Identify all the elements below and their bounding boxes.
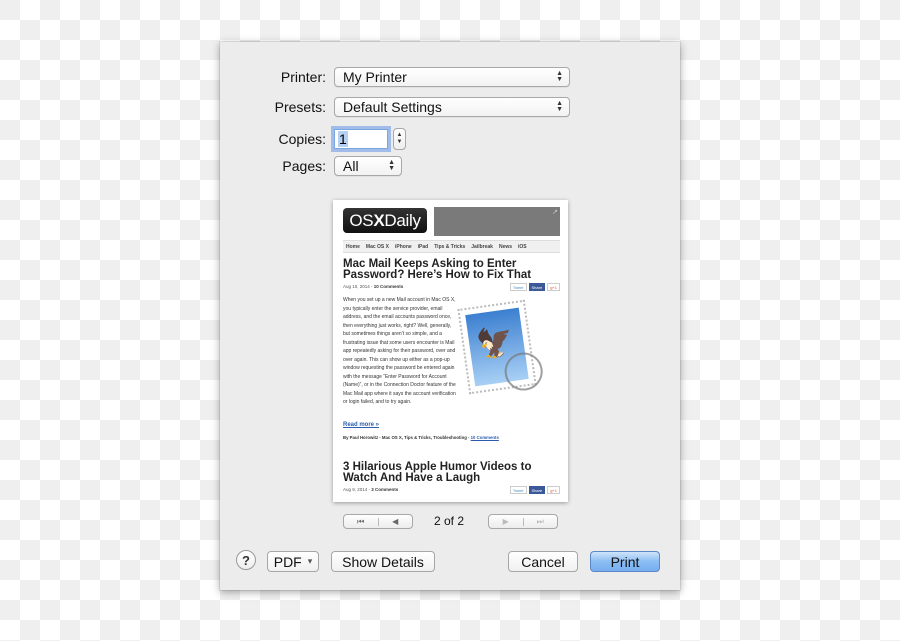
mail-stamp-image: 🦅 xyxy=(457,299,546,395)
share-button: Share xyxy=(528,486,546,494)
chevron-down-icon: ▾ xyxy=(307,556,313,566)
last-page-button[interactable]: ⏭ xyxy=(524,517,558,527)
nav-item: Tips & Tricks xyxy=(434,243,466,250)
updown-arrows-icon: ▲ ▼ xyxy=(388,159,395,172)
show-details-button[interactable]: Show Details xyxy=(331,551,435,572)
pages-select[interactable]: All ▲ ▼ xyxy=(334,156,402,176)
updown-arrows-icon: ▲ ▼ xyxy=(556,70,563,83)
byline-text: By Paul Horowitz - Mac OS X, Tips & Tric… xyxy=(343,435,471,440)
logo-text-daily: Daily xyxy=(384,210,421,230)
pager-back-group: ⏮ ◀ xyxy=(343,514,413,529)
pager-forward-buttons: ▶ ⏭ xyxy=(488,514,558,529)
copies-stepper[interactable]: ▲ ▼ xyxy=(393,128,406,150)
printer-value: My Printer xyxy=(343,69,407,85)
presets-value: Default Settings xyxy=(343,99,442,115)
article2-comments: 3 Comments xyxy=(371,487,399,492)
pager-back-buttons: ⏮ ◀ xyxy=(343,514,413,529)
presets-select[interactable]: Default Settings ▲ ▼ xyxy=(334,97,570,117)
print-dialog: Printer: My Printer ▲ ▼ Presets: Default … xyxy=(220,42,680,590)
copies-value: 1 xyxy=(338,131,348,147)
article-meta: Aug 10, 2014 - 10 Comments xyxy=(343,284,403,289)
nav-item: iPhone xyxy=(394,243,412,250)
nav-item: Jailbreak xyxy=(471,243,493,250)
pdf-label: PDF xyxy=(273,553,302,570)
printer-select[interactable]: My Printer ▲ ▼ xyxy=(334,67,570,87)
nav-item: iOS xyxy=(518,243,527,250)
article-comments: 10 Comments xyxy=(373,284,404,289)
share-button: Share xyxy=(528,283,546,291)
site-nav: Home Mac OS X iPhone iPad Tips & Tricks … xyxy=(343,240,560,253)
presets-label: Presets: xyxy=(274,99,326,115)
social-buttons: Tweet Share g+1 xyxy=(509,486,560,494)
printer-row: Printer: My Printer ▲ ▼ xyxy=(220,67,570,87)
copies-input[interactable]: 1 xyxy=(334,129,388,149)
pages-value: All xyxy=(343,158,359,174)
gplus-button: g+1 xyxy=(547,283,560,291)
print-button[interactable]: Print xyxy=(590,551,660,572)
logo-text-os: OS xyxy=(349,210,374,230)
article2-meta: Aug 9, 2014 - 3 Comments xyxy=(343,487,398,492)
updown-arrows-icon: ▲ ▼ xyxy=(556,100,563,113)
cancel-button[interactable]: Cancel xyxy=(508,551,578,572)
help-button[interactable]: ? xyxy=(236,550,256,570)
article-title: Mac Mail Keeps Asking to Enter Password?… xyxy=(343,258,532,281)
pdf-menu-button[interactable]: PDF ▾ xyxy=(267,551,319,572)
stepper-up-icon[interactable]: ▲ xyxy=(397,132,403,139)
nav-item: iPad xyxy=(417,243,429,250)
osxdaily-logo: OS X Daily xyxy=(343,208,427,233)
print-preview: OS X Daily ↗ Home Mac OS X iPhone iPad Tip… xyxy=(333,200,568,502)
read-more-link: Read more » xyxy=(343,422,380,428)
ad-banner: ↗ xyxy=(434,207,560,236)
stepper-down-icon[interactable]: ▼ xyxy=(397,139,403,146)
pager-forward-group: ▶ ⏭ xyxy=(488,514,558,529)
byline-comments-link: 10 Comments xyxy=(470,435,499,440)
prev-page-button[interactable]: ◀ xyxy=(379,517,413,526)
nav-item: Home xyxy=(346,243,360,250)
presets-row: Presets: Default Settings ▲ ▼ xyxy=(220,97,570,117)
logo-text-x: X xyxy=(373,210,385,230)
article-byline: By Paul Horowitz - Mac OS X, Tips & Tric… xyxy=(343,435,499,440)
social-buttons: Tweet Share g+1 xyxy=(509,283,560,291)
article-date: Aug 10, 2014 - xyxy=(343,284,374,289)
tweet-button: Tweet xyxy=(509,486,527,494)
article2-date: Aug 9, 2014 - xyxy=(343,487,372,492)
copies-row: Copies: 1 ▲ ▼ xyxy=(220,128,406,150)
nav-item: Mac OS X xyxy=(365,243,389,250)
pages-label: Pages: xyxy=(282,158,326,174)
nav-item: News xyxy=(498,243,513,250)
first-page-button[interactable]: ⏮ xyxy=(344,517,378,527)
article-body: When you set up a new Mail account in Ma… xyxy=(343,297,456,405)
tweet-button: Tweet xyxy=(509,283,527,291)
page-indicator: 2 of 2 xyxy=(434,514,465,528)
pages-row: Pages: All ▲ ▼ xyxy=(220,156,402,176)
next-page-button[interactable]: ▶ xyxy=(489,517,523,526)
gplus-button: g+1 xyxy=(547,486,560,494)
printer-label: Printer: xyxy=(280,69,326,85)
ad-expand-icon: ↗ xyxy=(552,209,558,216)
article2-title: 3 Hilarious Apple Humor Videos to Watch … xyxy=(343,461,532,484)
copies-label: Copies: xyxy=(278,131,326,147)
